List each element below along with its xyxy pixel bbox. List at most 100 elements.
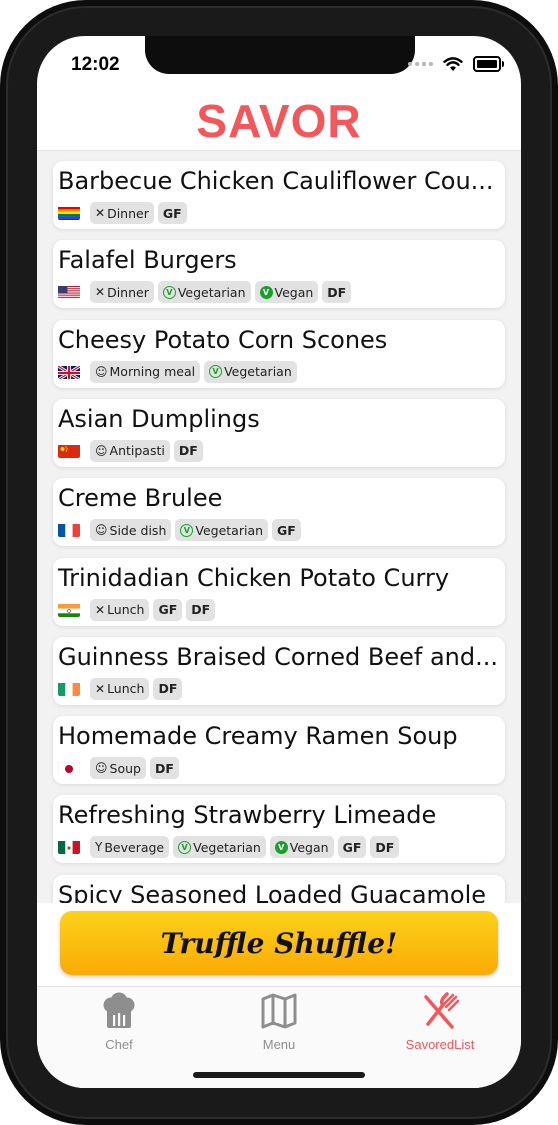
recipe-tag-label: Vegan (274, 284, 314, 300)
truffle-shuffle-label: Truffle Shuffle! (160, 926, 398, 960)
recipe-tags: Y Beverage V Vegetarian V Vegan GF DF (58, 836, 400, 859)
recipe-card[interactable]: Asian Dumplings ☺ Antipasti DF (53, 398, 505, 467)
recipe-card[interactable]: Refreshing Strawberry Limeade Y Beverage V V… (53, 795, 505, 864)
recipe-card[interactable]: Creme Brulee ☺ Side dish V Vegetarian GF (53, 478, 505, 547)
recipe-tag: GF (153, 598, 183, 621)
recipe-tag: ☺ Side dish (90, 519, 172, 542)
recipe-tag: DF (186, 598, 216, 621)
flag-ireland-icon (58, 682, 80, 696)
recipe-tag: ✕ Lunch (90, 677, 150, 700)
recipe-tag-label: Dinner (107, 205, 149, 221)
cocktail-icon: Y (95, 840, 103, 855)
recipe-tag-label: Morning meal (109, 364, 196, 380)
recipe-tag-label: DF (158, 681, 178, 697)
recipe-card[interactable]: Homemade Creamy Ramen Soup ☺ Soup DF (53, 716, 505, 785)
utensils-icon: ✕ (95, 681, 106, 696)
vegetarian-icon: V (178, 840, 192, 854)
recipe-tag: GF (272, 519, 301, 542)
app-title: SAVOR (196, 95, 362, 147)
recipe-title: Trinidadian Chicken Potato Curry (58, 563, 450, 592)
recipe-tags: ✕ Dinner V Vegetarian V Vegan DF (58, 281, 352, 304)
recipe-tag-label: Soup (109, 760, 141, 776)
recipe-tags: ✕ Lunch GF DF (58, 598, 216, 621)
map-icon (261, 993, 297, 1029)
recipe-card[interactable]: Trinidadian Chicken Potato Curry ✕ Lunch GF… (53, 557, 505, 626)
recipe-card[interactable]: Barbecue Chicken Cauliflower Cou... ✕ Dinn… (53, 161, 505, 229)
recipe-tags: ☺ Morning meal V Vegetarian (58, 360, 297, 383)
recipe-tag-label: Vegetarian (224, 364, 292, 380)
recipe-tag-label: Vegan (289, 839, 329, 855)
recipe-tag-label: DF (327, 284, 347, 300)
recipe-tag-label: GF (342, 839, 362, 855)
flag-china-icon (58, 444, 80, 458)
recipe-tag: ☺ Antipasti (90, 439, 170, 462)
tab-chef[interactable]: Chef (59, 991, 179, 1052)
recipe-tag: V Vegan (269, 836, 334, 859)
recipe-tag: ☺ Soup (90, 757, 146, 780)
recipe-tags: ☺ Antipasti DF (58, 439, 203, 462)
recipe-tag: DF (370, 836, 400, 859)
notch (145, 36, 415, 74)
recipe-title: Cheesy Potato Corn Scones (58, 325, 388, 354)
vegan-icon: V (274, 840, 288, 854)
recipe-tag: DF (153, 677, 183, 700)
recipe-tag-label: DF (375, 839, 395, 855)
tab-savoredlist-label: SavoredList (405, 1037, 475, 1052)
recipe-tag: DF (173, 439, 203, 462)
vegetarian-icon: V (209, 365, 223, 379)
tab-menu-label: Menu (262, 1037, 296, 1052)
recipe-tag-label: GF (158, 602, 178, 617)
battery-icon (473, 56, 504, 72)
recipe-tag-label: Dinner (107, 284, 149, 300)
recipe-card[interactable]: Guinness Braised Corned Beef and... ✕ Lunc… (53, 636, 505, 705)
vegan-icon: V (259, 285, 273, 299)
tab-chef-label: Chef (105, 1037, 133, 1052)
recipe-tag: ✕ Dinner (90, 202, 154, 224)
recipe-title: Asian Dumplings (58, 404, 260, 433)
recipe-title: Creme Brulee (58, 484, 223, 513)
recipe-card[interactable]: Falafel Burgers ✕ Dinner V Vegetarian V Vegan D… (53, 240, 505, 309)
recipe-title: Spicy Seasoned Loaded Guacamole (58, 880, 487, 903)
flag-france-icon (58, 523, 80, 538)
utensils-icon: ✕ (95, 602, 106, 617)
app-screen: 12:02 SAVOR Barbecue Chicken Cauliflower… (37, 36, 521, 1088)
recipe-card[interactable]: Spicy Seasoned Loaded Guacamole (53, 874, 505, 903)
recipe-tag: V Vegan (254, 281, 319, 304)
recipe-tag: V Vegetarian (157, 281, 251, 304)
home-indicator[interactable] (193, 1072, 365, 1078)
tab-savoredlist[interactable]: SavoredList (380, 991, 500, 1052)
recipe-tag-label: GF (162, 205, 182, 221)
recipe-tag-label: Side dish (109, 522, 167, 538)
recipe-tags: ✕ Lunch DF (58, 677, 183, 700)
recipe-title: Refreshing Strawberry Limeade (58, 801, 437, 830)
status-time: 12:02 (71, 54, 120, 75)
smiley-icon: ☺ (95, 523, 108, 538)
recipe-tag: DF (322, 281, 352, 304)
recipe-list[interactable]: Barbecue Chicken Cauliflower Cou... ✕ Dinn… (37, 150, 521, 903)
recipe-tag-label: Vegetarian (195, 522, 264, 538)
flag-uk-icon (58, 364, 80, 379)
signal-icon (408, 62, 433, 66)
flag-japan-icon (58, 761, 80, 776)
recipe-tag-label: Lunch (107, 602, 145, 617)
recipe-tag: ✕ Dinner (90, 281, 154, 304)
flag-india-icon (58, 603, 80, 617)
recipe-tag-label: Vegetarian (177, 284, 246, 300)
vegetarian-icon: V (162, 285, 176, 299)
recipe-card[interactable]: Cheesy Potato Corn Scones ☺ Morning meal V V… (53, 319, 505, 388)
truffle-shuffle-button[interactable]: Truffle Shuffle! (60, 911, 498, 975)
tab-menu[interactable]: Menu (219, 991, 339, 1052)
flag-rainbow-icon (58, 206, 80, 220)
recipe-tag: ☺ Morning meal (90, 360, 201, 383)
utensils-icon: ✕ (95, 285, 106, 300)
smiley-icon: ☺ (95, 443, 108, 458)
fork-knife-icon (424, 992, 460, 1029)
recipe-tag: V Vegetarian (173, 836, 266, 859)
recipe-tag-label: Beverage (104, 839, 165, 855)
recipe-tags: ✕ Dinner GF (58, 202, 187, 224)
flag-mexico-icon (58, 840, 80, 855)
recipe-title: Barbecue Chicken Cauliflower Cou... (58, 167, 494, 195)
recipe-tag-label: Lunch (107, 681, 145, 697)
recipe-tag: V Vegetarian (175, 519, 269, 542)
smiley-icon: ☺ (95, 761, 108, 776)
